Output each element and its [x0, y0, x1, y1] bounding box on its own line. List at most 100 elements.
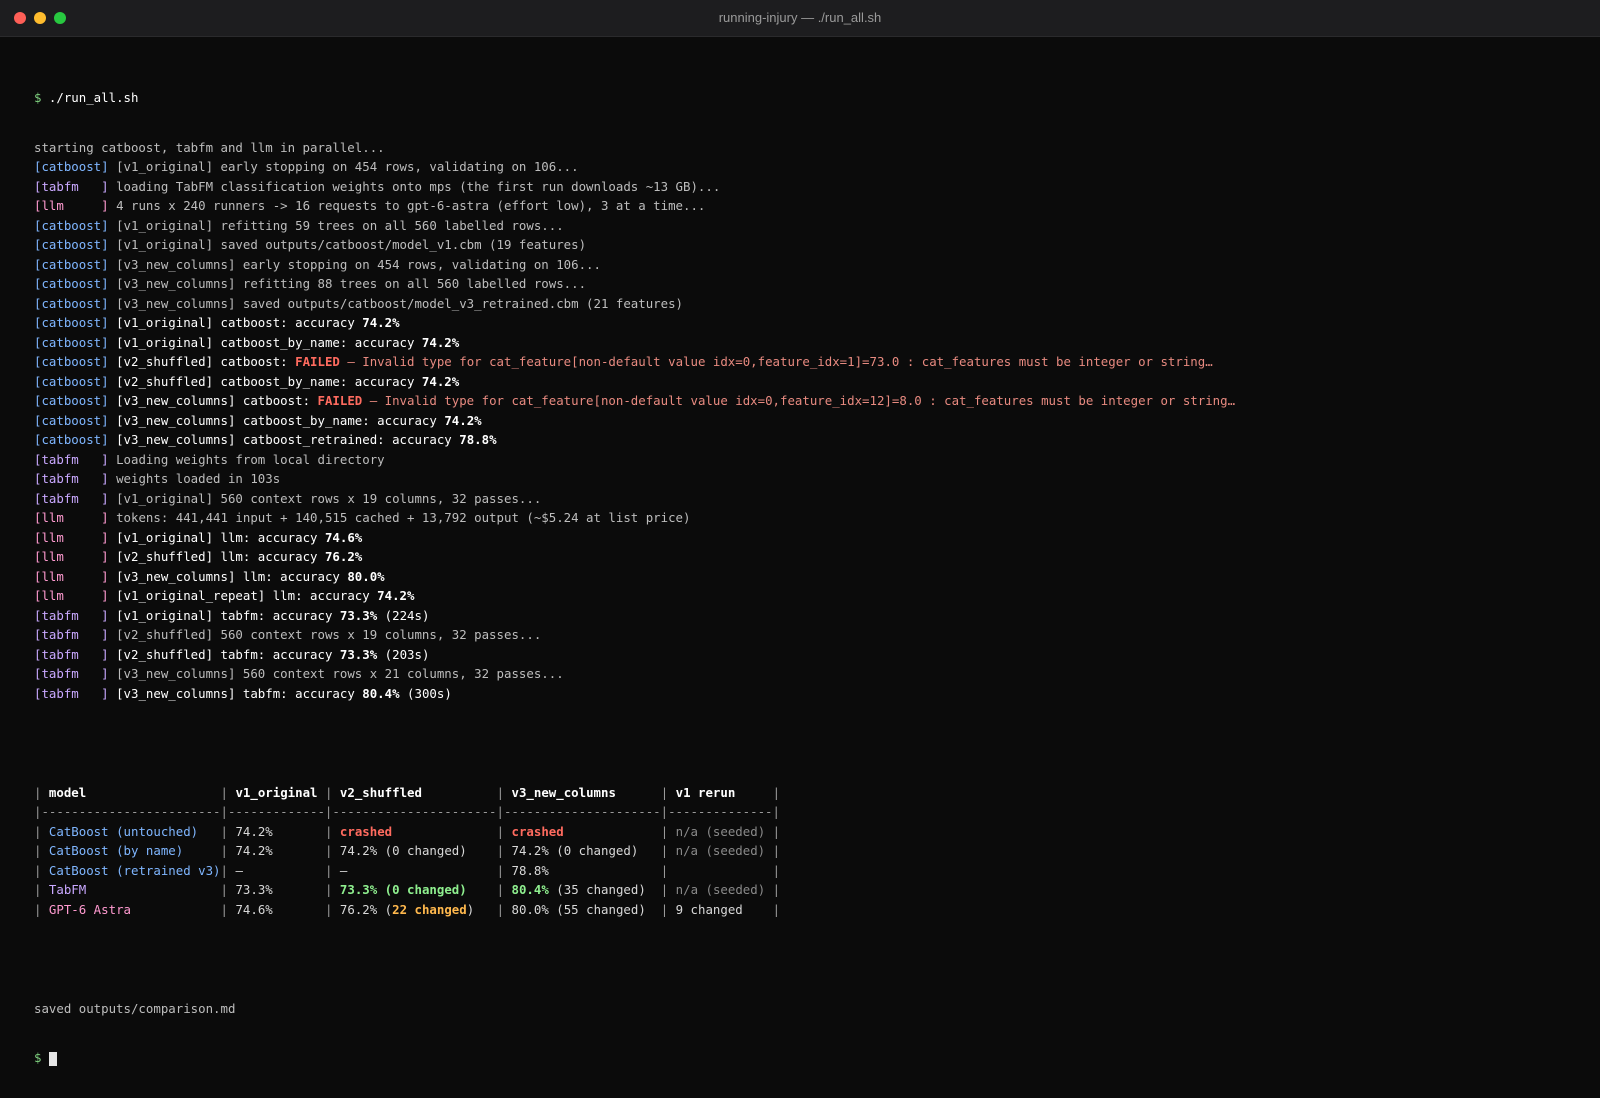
table-border: |: [496, 882, 505, 897]
table-separator-row: |------------------------|-------------|…: [34, 802, 1574, 822]
table-cell: 80.4% (35 changed): [504, 882, 661, 897]
table-header-cell: v3_new_columns: [504, 784, 661, 800]
log-line: [tabfm ] Loading weights from local dire…: [34, 450, 1574, 470]
log-tag-catboost: [catboost]: [34, 393, 109, 408]
accuracy-value: 74.2%: [444, 412, 482, 428]
accuracy-value: 78.8%: [459, 432, 497, 447]
table-cell: –: [228, 863, 325, 878]
log-line: [tabfm ] [v2_shuffled] 560 context rows …: [34, 625, 1574, 645]
prompt-symbol: $: [34, 1050, 49, 1065]
table-cell: 73.3%: [228, 882, 325, 897]
saved-message: saved outputs/comparison.md: [34, 1000, 236, 1016]
log-line: [catboost] [v3_new_columns] early stoppi…: [34, 255, 1574, 275]
table-header-row: | model | v1_original | v2_shuffled | v3…: [34, 783, 1574, 803]
model-name-cell: GPT-6 Astra: [41, 902, 220, 917]
log-tag-catboost: [catboost]: [34, 412, 109, 428]
table-cell: n/a (seeded): [668, 882, 772, 897]
log-duration: (300s): [399, 685, 452, 701]
title-bar: running-injury — ./run_all.sh: [0, 0, 1600, 37]
log-line: [catboost] [v3_new_columns] saved output…: [34, 294, 1574, 314]
log-tag-tabfm: [tabfm ]: [34, 490, 109, 506]
table-border: |: [220, 862, 228, 878]
log-message: [v1_original] 560 context rows x 19 colu…: [108, 490, 542, 506]
table-row: | CatBoost (untouched) | 74.2% | crashed…: [34, 822, 1574, 842]
table-border: |: [660, 901, 669, 917]
accuracy-value: 74.2%: [421, 373, 460, 389]
terminal-window: running-injury — ./run_all.sh $ ./run_al…: [0, 0, 1600, 1066]
log-line: [catboost] [v2_shuffled] catboost_by_nam…: [34, 372, 1574, 392]
accuracy-value: 74.2%: [421, 334, 460, 350]
accuracy-value: 76.2%: [324, 549, 363, 564]
log-tag-catboost: [catboost]: [34, 295, 109, 311]
cell-text: 74.2%: [227, 823, 325, 839]
table-cell: 73.3% (0 changed): [332, 882, 496, 897]
log-message: [v3_new_columns] tabfm: accuracy: [108, 685, 363, 701]
table-cell: [668, 863, 772, 878]
table-border: |: [220, 843, 228, 858]
cell-text: 74.2% (0 changed): [504, 843, 661, 858]
table-cell: 74.6%: [228, 902, 325, 917]
log-tag-tabfm: [tabfm ]: [34, 646, 109, 662]
table-cell: crashed: [332, 824, 496, 839]
cell-text: [668, 863, 772, 878]
table-cell: n/a (seeded): [668, 824, 772, 839]
cell-text: 73.3%: [227, 882, 325, 897]
cell-text: CatBoost (retrained v3): [41, 862, 221, 878]
log-message: [v1_original] refitting 59 trees on all …: [108, 217, 564, 233]
log-message: [v2_shuffled] catboost:: [108, 354, 296, 369]
table-border: |: [772, 901, 781, 917]
terminal-output[interactable]: $ ./run_all.sh starting catboost, tabfm …: [34, 58, 1574, 1098]
accuracy-value: 74.6%: [324, 529, 363, 545]
table-separator: |------------------------|-------------|…: [34, 804, 780, 819]
log-message: 4 runs x 240 runners -> 16 requests to g…: [108, 198, 706, 213]
table-header-cell: v1_original: [227, 784, 325, 800]
cell-text: [467, 882, 497, 897]
cell-text: 73.3% (0 changed): [339, 882, 467, 897]
window-title: running-injury — ./run_all.sh: [718, 10, 882, 25]
log-message: Loading weights from local directory: [108, 451, 385, 467]
log-message: [v3_new_columns] refitting 88 trees on a…: [108, 276, 587, 291]
cell-text: 78.8%: [504, 862, 661, 878]
log-message: [v1_original] llm: accuracy: [108, 529, 325, 545]
table-border: |: [772, 823, 781, 839]
cell-text: (35 changed): [548, 882, 661, 897]
model-name-cell: CatBoost (by name): [41, 843, 220, 858]
cell-text: [504, 824, 511, 839]
model-name-cell: CatBoost (retrained v3): [41, 862, 221, 878]
log-message: [v3_new_columns] saved outputs/catboost/…: [108, 295, 684, 311]
log-tag-tabfm: [tabfm ]: [34, 666, 109, 681]
accuracy-value: 74.2%: [362, 315, 400, 330]
final-prompt-line[interactable]: $: [34, 1048, 1574, 1068]
log-line: [llm ] tokens: 441,441 input + 140,515 c…: [34, 508, 1574, 528]
log-text: starting catboost, tabfm and llm in para…: [34, 139, 385, 155]
log-message: weights loaded in 103s: [108, 471, 281, 486]
cell-text: crashed: [511, 823, 564, 839]
table-border: |: [772, 882, 781, 897]
command-text: ./run_all.sh: [41, 90, 139, 105]
table-row: | CatBoost (by name) | 74.2% | 74.2% (0 …: [34, 841, 1574, 861]
log-line: [tabfm ] [v1_original] 560 context rows …: [34, 489, 1574, 509]
cell-text: 74.6%: [227, 901, 325, 917]
log-message: [v2_shuffled] tabfm: accuracy: [108, 646, 340, 662]
cell-text: n/a (seeded): [668, 843, 773, 858]
log-message: [v3_new_columns] early stopping on 454 r…: [108, 256, 601, 272]
log-tag-llm: [llm ]: [34, 549, 109, 564]
log-line: [tabfm ] weights loaded in 103s: [34, 469, 1574, 489]
log-line: [catboost] [v1_original] saved outputs/c…: [34, 235, 1574, 255]
log-line: [tabfm ] [v2_shuffled] tabfm: accuracy 7…: [34, 645, 1574, 665]
table-border: |: [220, 901, 228, 917]
log-tag-tabfm: [tabfm ]: [34, 607, 109, 623]
log-tag-catboost: [catboost]: [34, 373, 109, 389]
error-message: — Invalid type for cat_feature[non-defau…: [362, 393, 1236, 408]
table-cell: –: [332, 863, 496, 878]
accuracy-value: 73.3%: [339, 607, 378, 623]
log-line: [catboost] [v3_new_columns] catboost_by_…: [34, 411, 1574, 431]
log-tag-tabfm: [tabfm ]: [34, 685, 109, 701]
accuracy-value: 80.4%: [362, 685, 400, 701]
log-message: [v3_new_columns] llm: accuracy: [108, 568, 348, 584]
cell-text: 22 changed: [392, 901, 467, 917]
table-cell: n/a (seeded): [668, 843, 772, 858]
log-message: [v2_shuffled] catboost_by_name: accuracy: [108, 373, 422, 389]
